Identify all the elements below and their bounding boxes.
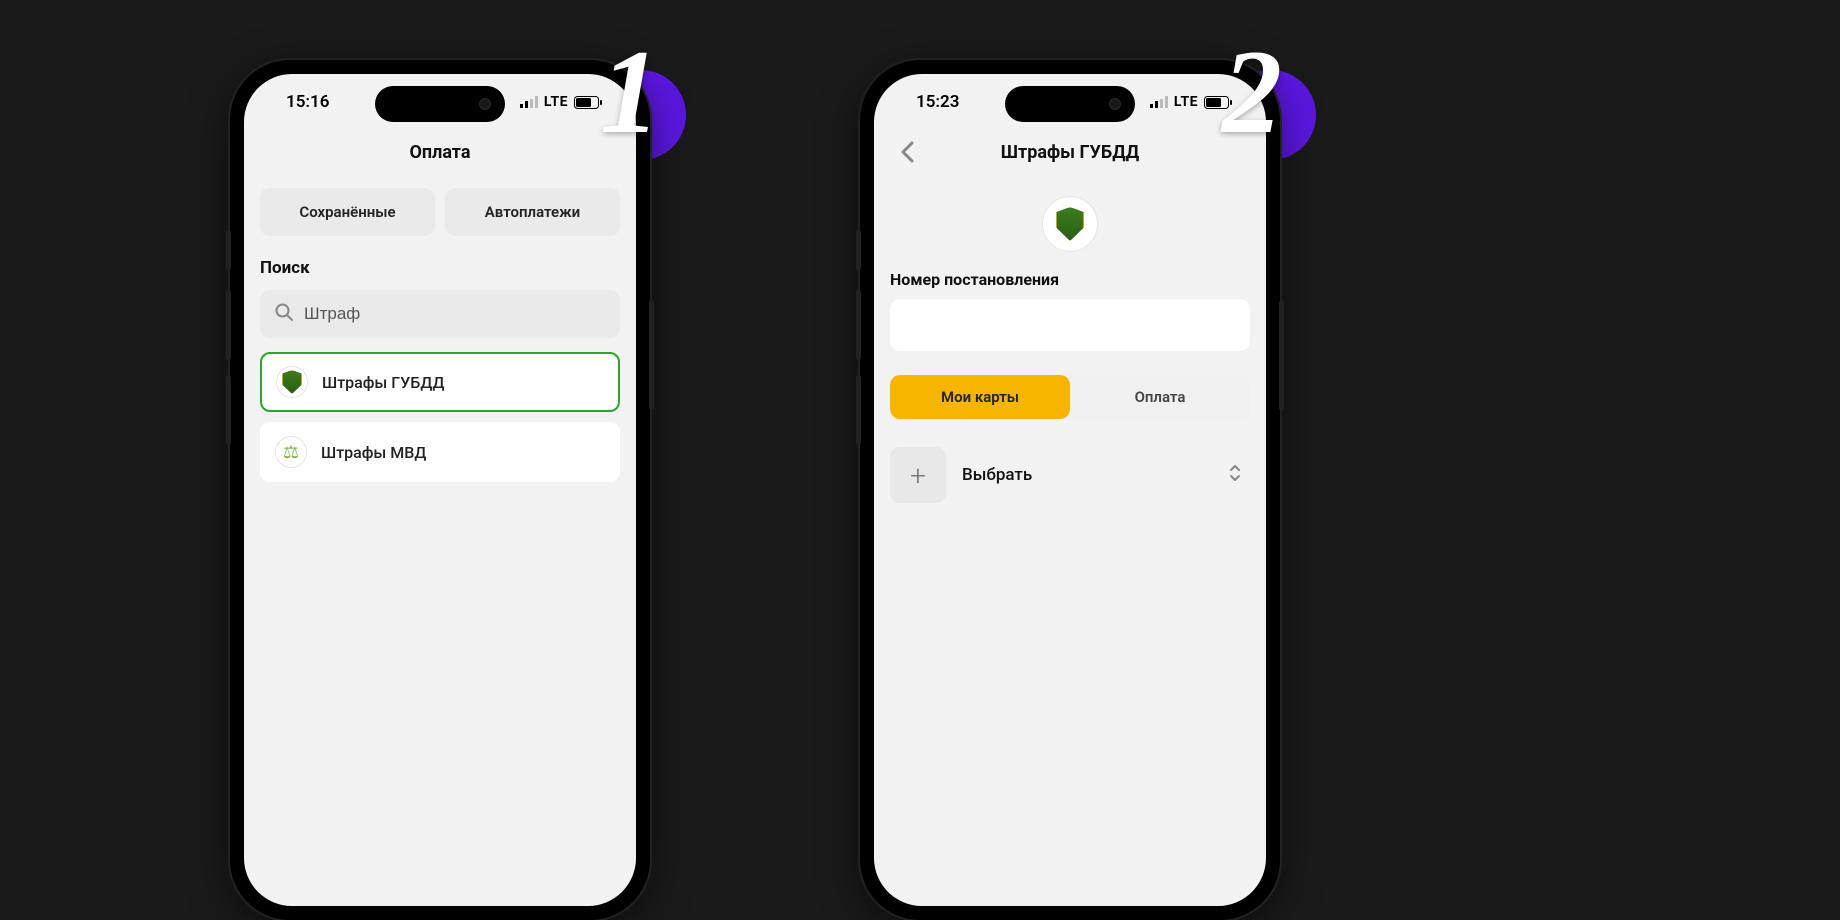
chevron-left-icon: [900, 141, 914, 163]
phone-mockup-2: 15:23 LTE Штрафы ГУБДД Номер постановле: [860, 60, 1280, 920]
segment-tabs: Сохранённые Автоплатежи: [260, 188, 620, 236]
status-right: LTE: [520, 94, 602, 110]
page-title: Штрафы ГУБДД: [1001, 142, 1139, 163]
step-number-2: 2: [1222, 32, 1282, 152]
search-section-label: Поиск: [260, 258, 620, 278]
network-label: LTE: [544, 94, 568, 110]
mvd-icon: ⚖: [275, 436, 307, 468]
step-number-1: 1: [600, 32, 660, 152]
card-select[interactable]: + Выбрать: [890, 443, 1250, 507]
tab-saved[interactable]: Сохранённые: [260, 188, 435, 236]
phone-side-button: [649, 300, 654, 410]
chevron-up-down-icon: [1228, 463, 1242, 487]
status-time: 15:16: [286, 92, 329, 112]
search-input[interactable]: [304, 304, 606, 324]
gubdd-shield-icon: [1056, 207, 1084, 241]
screen-2: 15:23 LTE Штрафы ГУБДД Номер постановле: [874, 74, 1266, 906]
phone-side-button: [226, 290, 231, 360]
tab-autopay[interactable]: Автоплатежи: [445, 188, 620, 236]
phone-side-button: [1279, 300, 1284, 410]
page-title: Оплата: [410, 142, 471, 163]
phone-side-button: [226, 230, 231, 270]
signal-icon: [1150, 96, 1168, 108]
result-label: Штрафы ГУБДД: [322, 373, 444, 392]
toggle-my-cards[interactable]: Мои карты: [890, 375, 1070, 419]
back-button[interactable]: [892, 137, 922, 167]
result-item-mvd[interactable]: ⚖ Штрафы МВД: [260, 422, 620, 482]
phone-side-button: [856, 230, 861, 270]
status-right: LTE: [1150, 94, 1232, 110]
screen-1: 15:16 LTE Оплата Сохранённые Автоплатежи…: [244, 74, 636, 906]
notch: [375, 86, 505, 122]
nav-header: Оплата: [244, 130, 636, 174]
postanovlenie-input[interactable]: [890, 299, 1250, 351]
nav-header: Штрафы ГУБДД: [874, 130, 1266, 174]
phone-side-button: [226, 375, 231, 445]
battery-icon: [574, 96, 602, 109]
plus-icon: +: [890, 447, 946, 503]
network-label: LTE: [1174, 94, 1198, 110]
result-item-gubdd[interactable]: Штрафы ГУБДД: [260, 352, 620, 412]
status-time: 15:23: [916, 92, 959, 112]
service-logo: [1042, 196, 1098, 252]
search-icon: [274, 302, 294, 326]
signal-icon: [520, 96, 538, 108]
field-label-postanovlenie: Номер постановления: [890, 270, 1250, 289]
result-label: Штрафы МВД: [321, 443, 426, 462]
notch: [1005, 86, 1135, 122]
gubdd-shield-icon: [276, 366, 308, 398]
search-box[interactable]: [260, 290, 620, 338]
card-select-label: Выбрать: [962, 465, 1212, 485]
phone-side-button: [856, 375, 861, 445]
phone-mockup-1: 15:16 LTE Оплата Сохранённые Автоплатежи…: [230, 60, 650, 920]
payment-source-toggle: Мои карты Оплата: [890, 375, 1250, 419]
toggle-payment[interactable]: Оплата: [1070, 375, 1250, 419]
phone-side-button: [856, 290, 861, 360]
